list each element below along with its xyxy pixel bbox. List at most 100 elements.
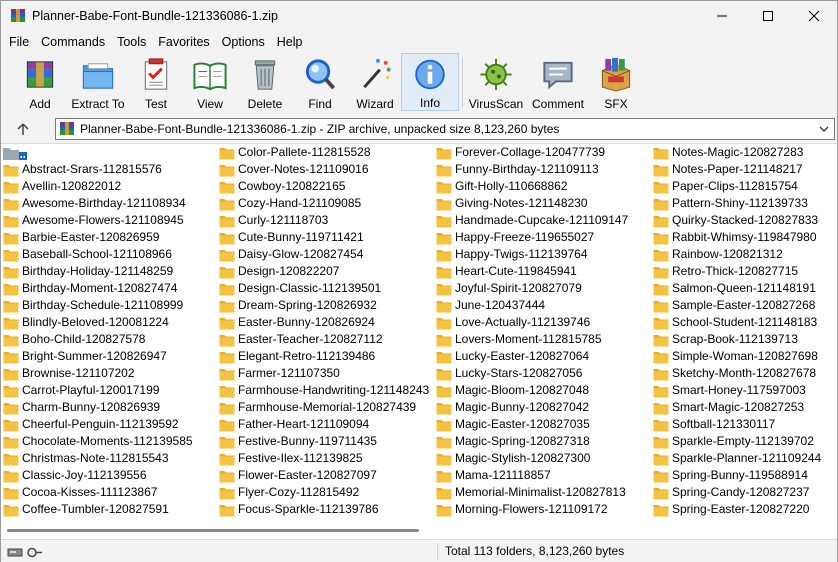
folder-row[interactable]: Father-Heart-121109094 xyxy=(219,416,429,433)
menu-favorites[interactable]: Favorites xyxy=(152,32,215,52)
folder-row[interactable]: Boho-Child-120827578 xyxy=(3,331,193,348)
up-folder-button[interactable] xyxy=(13,119,33,139)
folder-row[interactable]: Happy-Twigs-112139764 xyxy=(436,246,628,263)
folder-row[interactable]: Sketchy-Month-120827678 xyxy=(653,365,821,382)
folder-row[interactable]: Birthday-Moment-120827474 xyxy=(3,280,193,297)
folder-row[interactable]: Cute-Bunny-119711421 xyxy=(219,229,429,246)
folder-row[interactable]: Carrot-Playful-120017199 xyxy=(3,382,193,399)
folder-row[interactable]: Focus-Sparkle-112139786 xyxy=(219,501,429,517)
folder-row[interactable]: Baseball-School-121108966 xyxy=(3,246,193,263)
folder-row[interactable]: Cheerful-Penguin-112139592 xyxy=(3,416,193,433)
folder-row[interactable]: Birthday-Holiday-121148259 xyxy=(3,263,193,280)
folder-row[interactable]: Quirky-Stacked-120827833 xyxy=(653,212,821,229)
folder-row[interactable]: Smart-Honey-117597003 xyxy=(653,382,821,399)
folder-row[interactable]: Magic-Bunny-120827042 xyxy=(436,399,628,416)
folder-row[interactable]: Heart-Cute-119845941 xyxy=(436,263,628,280)
folder-row[interactable]: Spring-Easter-120827220 xyxy=(653,501,821,517)
parent-folder-icon[interactable] xyxy=(3,146,29,160)
chevron-down-icon[interactable] xyxy=(817,122,831,136)
folder-row[interactable]: Softball-121330117 xyxy=(653,416,821,433)
folder-row[interactable]: Smart-Magic-120827253 xyxy=(653,399,821,416)
close-button[interactable] xyxy=(791,1,837,31)
menu-options[interactable]: Options xyxy=(216,32,271,52)
folder-row[interactable]: Color-Pallete-112815528 xyxy=(219,144,429,161)
folder-row[interactable]: Awesome-Birthday-121108934 xyxy=(3,195,193,212)
folder-row[interactable]: Magic-Easter-120827035 xyxy=(436,416,628,433)
horizontal-scrollbar[interactable] xyxy=(1,517,837,539)
folder-row[interactable]: Classic-Joy-112139556 xyxy=(3,467,193,484)
folder-row[interactable]: Birthday-Schedule-121108999 xyxy=(3,297,193,314)
menu-commands[interactable]: Commands xyxy=(35,32,111,52)
folder-row[interactable]: Easter-Bunny-120826924 xyxy=(219,314,429,331)
folder-row[interactable]: Simple-Woman-120827698 xyxy=(653,348,821,365)
menu-help[interactable]: Help xyxy=(271,32,309,52)
wizard-button[interactable]: Wizard xyxy=(349,53,401,111)
folder-row[interactable]: Mama-121118857 xyxy=(436,467,628,484)
folder-row[interactable]: Magic-Stylish-120827300 xyxy=(436,450,628,467)
folder-row[interactable]: Awesome-Flowers-121108945 xyxy=(3,212,193,229)
folder-row[interactable]: Pattern-Shiny-112139733 xyxy=(653,195,821,212)
folder-row[interactable]: Funny-Birthday-121109113 xyxy=(436,161,628,178)
folder-row[interactable]: Love-Actually-112139746 xyxy=(436,314,628,331)
folder-row[interactable]: Sparkle-Empty-112139702 xyxy=(653,433,821,450)
file-list[interactable]: Abstract-Srars-112815576 Avellin-12082201… xyxy=(1,143,837,517)
folder-row[interactable]: Curly-121118703 xyxy=(219,212,429,229)
folder-row[interactable]: Lucky-Stars-120827056 xyxy=(436,365,628,382)
folder-row[interactable]: Coffee-Tumbler-120827591 xyxy=(3,501,193,517)
folder-row[interactable]: Spring-Candy-120827237 xyxy=(653,484,821,501)
folder-row[interactable]: Bright-Summer-120826947 xyxy=(3,348,193,365)
view-button[interactable]: View xyxy=(181,53,239,111)
folder-row[interactable]: Cover-Notes-121109016 xyxy=(219,161,429,178)
address-bar[interactable]: Planner-Babe-Font-Bundle-121336086-1.zip… xyxy=(55,118,835,140)
folder-row[interactable]: Design-120822207 xyxy=(219,263,429,280)
folder-row[interactable]: Giving-Notes-121148230 xyxy=(436,195,628,212)
folder-row[interactable]: Charm-Bunny-120826939 xyxy=(3,399,193,416)
folder-row[interactable]: Cowboy-120822165 xyxy=(219,178,429,195)
folder-row[interactable]: Happy-Freeze-119655027 xyxy=(436,229,628,246)
folder-row[interactable]: Cocoa-Kisses-111123867 xyxy=(3,484,193,501)
folder-row[interactable]: Design-Classic-112139501 xyxy=(219,280,429,297)
folder-row[interactable]: Festive-Bunny-119711435 xyxy=(219,433,429,450)
folder-row[interactable]: Elegant-Retro-112139486 xyxy=(219,348,429,365)
folder-row[interactable]: Spring-Bunny-119588914 xyxy=(653,467,821,484)
folder-row[interactable]: Abstract-Srars-112815576 xyxy=(3,161,193,178)
folder-row[interactable]: Christmas-Note-112815543 xyxy=(3,450,193,467)
folder-row[interactable]: Barbie-Easter-120826959 xyxy=(3,229,193,246)
maximize-button[interactable] xyxy=(745,1,791,31)
folder-row[interactable]: Morning-Flowers-121109172 xyxy=(436,501,628,517)
info-button[interactable]: Info xyxy=(401,53,459,111)
folder-row[interactable]: Blindly-Beloved-120081224 xyxy=(3,314,193,331)
find-button[interactable]: Find xyxy=(291,53,349,111)
folder-row[interactable]: Memorial-Minimalist-120827813 xyxy=(436,484,628,501)
folder-row[interactable]: Cozy-Hand-121109085 xyxy=(219,195,429,212)
delete-button[interactable]: Delete xyxy=(239,53,291,111)
menu-file[interactable]: File xyxy=(3,32,35,52)
folder-row[interactable]: Lovers-Moment-112815785 xyxy=(436,331,628,348)
minimize-button[interactable] xyxy=(699,1,745,31)
folder-row[interactable]: Rainbow-120821312 xyxy=(653,246,821,263)
folder-row[interactable]: Magic-Bloom-120827048 xyxy=(436,382,628,399)
sfx-button[interactable]: SFX xyxy=(590,53,642,111)
folder-row[interactable]: Gift-Holly-110668862 xyxy=(436,178,628,195)
folder-row[interactable]: Dream-Spring-120826932 xyxy=(219,297,429,314)
test-button[interactable]: Test xyxy=(131,53,181,111)
extract-to-button[interactable]: Extract To xyxy=(65,53,131,111)
folder-row[interactable]: Flyer-Cozy-112815492 xyxy=(219,484,429,501)
folder-row[interactable]: Brownise-121107202 xyxy=(3,365,193,382)
folder-row[interactable]: Handmade-Cupcake-121109147 xyxy=(436,212,628,229)
folder-row[interactable]: Farmer-121107350 xyxy=(219,365,429,382)
folder-row[interactable]: Flower-Easter-120827097 xyxy=(219,467,429,484)
folder-row[interactable]: Joyful-Spirit-120827079 xyxy=(436,280,628,297)
folder-row[interactable]: Farmhouse-Memorial-120827439 xyxy=(219,399,429,416)
folder-row[interactable]: Chocolate-Moments-112139585 xyxy=(3,433,193,450)
menu-tools[interactable]: Tools xyxy=(111,32,152,52)
folder-row[interactable]: Scrap-Book-112139713 xyxy=(653,331,821,348)
folder-row[interactable]: Paper-Clips-112815754 xyxy=(653,178,821,195)
folder-row[interactable]: Rabbit-Whimsy-119847980 xyxy=(653,229,821,246)
folder-row[interactable]: School-Student-121148183 xyxy=(653,314,821,331)
folder-row[interactable]: Farmhouse-Handwriting-121148243 xyxy=(219,382,429,399)
folder-row[interactable]: Retro-Thick-120827715 xyxy=(653,263,821,280)
folder-row[interactable]: Easter-Teacher-120827112 xyxy=(219,331,429,348)
folder-row[interactable]: June-120437444 xyxy=(436,297,628,314)
folder-row[interactable]: Magic-Spring-120827318 xyxy=(436,433,628,450)
